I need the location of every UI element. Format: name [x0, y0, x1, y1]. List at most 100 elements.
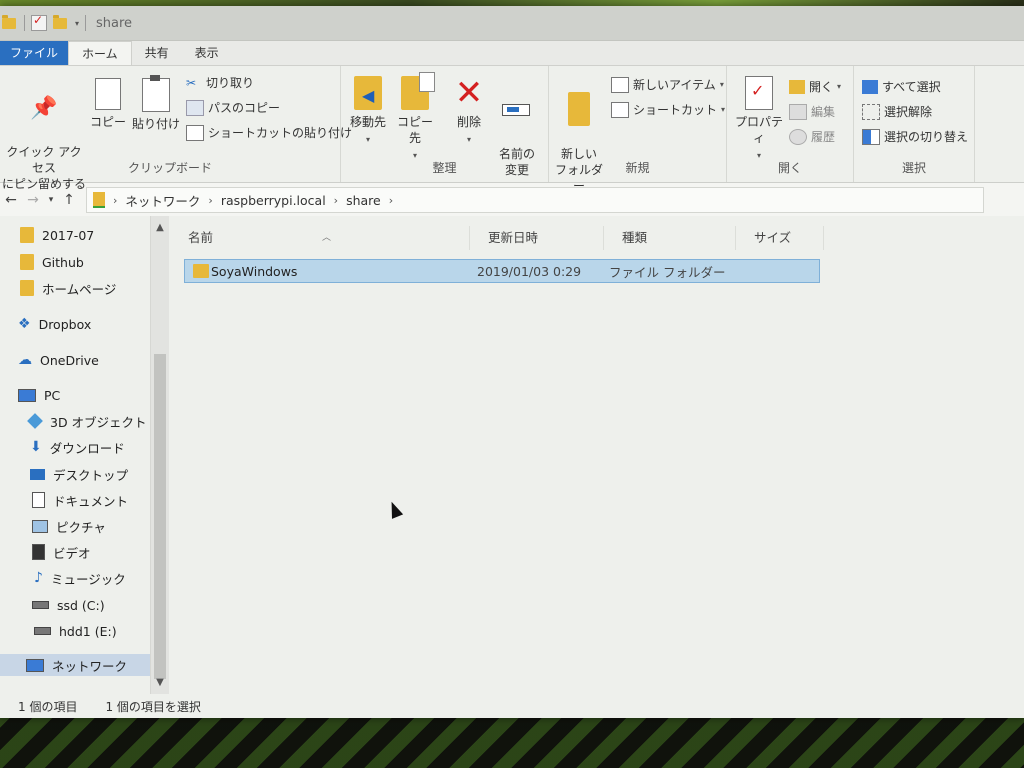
copy-label: コピー: [90, 115, 127, 129]
tab-file[interactable]: ファイル: [0, 41, 69, 65]
tab-home[interactable]: ホーム: [68, 41, 132, 65]
nav-item-documents[interactable]: ドキュメント: [32, 489, 128, 511]
customize-quick-access-icon[interactable]: ▾: [75, 19, 79, 28]
file-name: SoyaWindows: [211, 263, 298, 279]
nav-item-label: OneDrive: [40, 352, 99, 368]
nav-item-pictures[interactable]: ピクチャ: [32, 515, 106, 537]
nav-item-network[interactable]: ネットワーク: [0, 654, 150, 676]
cut-button[interactable]: ✂ 切り取り: [186, 74, 254, 91]
new-folder-icon: [568, 92, 590, 126]
chevron-down-icon: ▾: [721, 105, 726, 114]
edit-button[interactable]: 編集: [789, 103, 835, 120]
new-folder-button[interactable]: 新しい フォルダー: [551, 76, 607, 194]
table-row[interactable]: SoyaWindows 2019/01/03 0:29 ファイル フォルダー: [184, 259, 820, 283]
nav-item-pc[interactable]: PC: [18, 384, 60, 406]
new-item-icon: [611, 76, 629, 93]
select-none-icon: [862, 103, 880, 120]
tab-share[interactable]: 共有: [132, 41, 182, 65]
nav-item-ssd-c[interactable]: ssd (C:): [32, 594, 105, 616]
nav-item-label: ミュージック: [50, 571, 126, 587]
move-to-button[interactable]: 移動先 ▾: [347, 76, 389, 148]
copy-button[interactable]: コピー: [90, 78, 126, 130]
open-button[interactable]: 開く ▾: [789, 78, 841, 95]
open-group: プロパティ▾ 開く ▾ 編集 履歴 開く: [727, 66, 854, 182]
network-icon: [26, 658, 44, 672]
shortcut-button[interactable]: ショートカット ▾: [611, 101, 725, 118]
shortcut-icon: [611, 101, 629, 118]
folder-icon: [20, 254, 34, 270]
invert-selection-label: 選択の切り替え: [884, 130, 969, 144]
properties-quick-icon[interactable]: [31, 13, 47, 31]
column-header-type[interactable]: 種類: [604, 226, 736, 250]
nav-item-label: PC: [44, 387, 61, 403]
nav-item-music[interactable]: ♪ ミュージック: [34, 567, 126, 589]
invert-selection-button[interactable]: 選択の切り替え: [862, 128, 968, 145]
up-icon[interactable]: ↑: [58, 192, 80, 208]
column-header-name[interactable]: 名前 ︿: [170, 226, 470, 250]
column-header-size[interactable]: サイズ: [736, 226, 824, 250]
file-type: ファイル フォルダー: [609, 264, 726, 280]
select-none-button[interactable]: 選択解除: [862, 103, 932, 120]
nav-item-dropbox[interactable]: ❖ Dropbox: [18, 313, 91, 335]
column-header-modified[interactable]: 更新日時: [470, 226, 604, 250]
nav-item-hdd1-e[interactable]: hdd1 (E:): [34, 620, 117, 642]
copy-path-button[interactable]: パスのコピー: [186, 99, 280, 116]
recent-locations-icon[interactable]: ▾: [44, 195, 58, 205]
title-bar: ▾ share: [0, 6, 1024, 41]
select-group-label: 選択: [901, 161, 926, 175]
desktop-icon: [30, 468, 45, 480]
scroll-thumb[interactable]: [154, 354, 166, 679]
breadcrumb-share[interactable]: share: [346, 193, 381, 208]
copy-to-button[interactable]: コピー先 ▾: [393, 72, 437, 164]
nav-item-github[interactable]: Github: [20, 251, 84, 273]
scroll-up-icon[interactable]: ▲: [151, 222, 169, 233]
invert-selection-icon: [862, 128, 880, 145]
properties-icon: [745, 76, 773, 110]
edit-icon: [789, 103, 807, 120]
selected-count: 1 個の項目を選択: [105, 699, 201, 714]
nav-item-3d-objects[interactable]: 3D オブジェクト: [27, 410, 147, 432]
breadcrumb-network[interactable]: ネットワーク: [125, 191, 200, 210]
history-button[interactable]: 履歴: [789, 128, 835, 145]
file-explorer-window: ▾ share ファイル ホーム 共有 表示 📌 クイック アクセス にピン留め…: [0, 6, 1024, 718]
address-bar[interactable]: › ネットワーク › raspberrypi.local › share ›: [86, 187, 984, 213]
drive-icon: [34, 627, 51, 635]
paste-button[interactable]: 貼り付け: [132, 75, 181, 132]
dropbox-icon: ❖: [18, 316, 31, 332]
nav-item-desktop[interactable]: デスクトップ: [30, 463, 128, 485]
nav-item-label: Github: [42, 254, 84, 270]
paste-shortcut-button[interactable]: ショートカットの貼り付け: [186, 124, 352, 141]
download-icon: ⬇: [30, 439, 42, 455]
picture-icon: [32, 519, 48, 533]
paste-label: 貼り付け: [132, 117, 181, 131]
file-modified: 2019/01/03 0:29: [477, 263, 582, 279]
column-type-label: 種類: [622, 230, 648, 245]
select-all-button[interactable]: すべて選択: [862, 78, 941, 95]
ribbon-tabs: ファイル ホーム 共有 表示: [0, 41, 1024, 66]
properties-button[interactable]: プロパティ▾: [731, 76, 787, 164]
nav-item-onedrive[interactable]: ☁ OneDrive: [18, 349, 99, 371]
delete-button[interactable]: ✕ 削除 ▾: [449, 76, 489, 148]
divider: [24, 15, 25, 31]
nav-item-videos[interactable]: ビデオ: [32, 541, 91, 563]
tab-view[interactable]: 表示: [182, 41, 232, 65]
nav-item-downloads[interactable]: ⬇ ダウンロード: [30, 436, 125, 458]
sort-ascending-icon: ︿: [322, 233, 332, 243]
select-none-label: 選択解除: [884, 105, 933, 119]
edit-label: 編集: [811, 105, 836, 119]
new-item-button[interactable]: 新しいアイテム ▾: [611, 76, 724, 93]
nav-item-2017-07[interactable]: 2017-07: [20, 224, 94, 246]
breadcrumb-separator: ›: [333, 193, 339, 207]
nav-item-homepage[interactable]: ホームページ: [20, 277, 116, 299]
scroll-down-icon[interactable]: ▼: [151, 677, 169, 688]
forward-icon[interactable]: →: [22, 192, 44, 208]
nav-scrollbar[interactable]: ▲ ▼: [150, 216, 169, 694]
copy-to-icon: [401, 72, 435, 110]
new-folder-quick-icon[interactable]: [53, 15, 69, 31]
nav-item-label: ピクチャ: [56, 519, 106, 535]
breadcrumb-host[interactable]: raspberrypi.local: [221, 193, 326, 208]
column-size-label: サイズ: [754, 230, 792, 245]
scissors-icon: ✂: [186, 75, 197, 90]
file-list-pane: 名前 ︿ 更新日時 種類 サイズ SoyaWindows 2019/01/03 …: [170, 216, 1024, 694]
back-icon[interactable]: ←: [0, 192, 22, 208]
